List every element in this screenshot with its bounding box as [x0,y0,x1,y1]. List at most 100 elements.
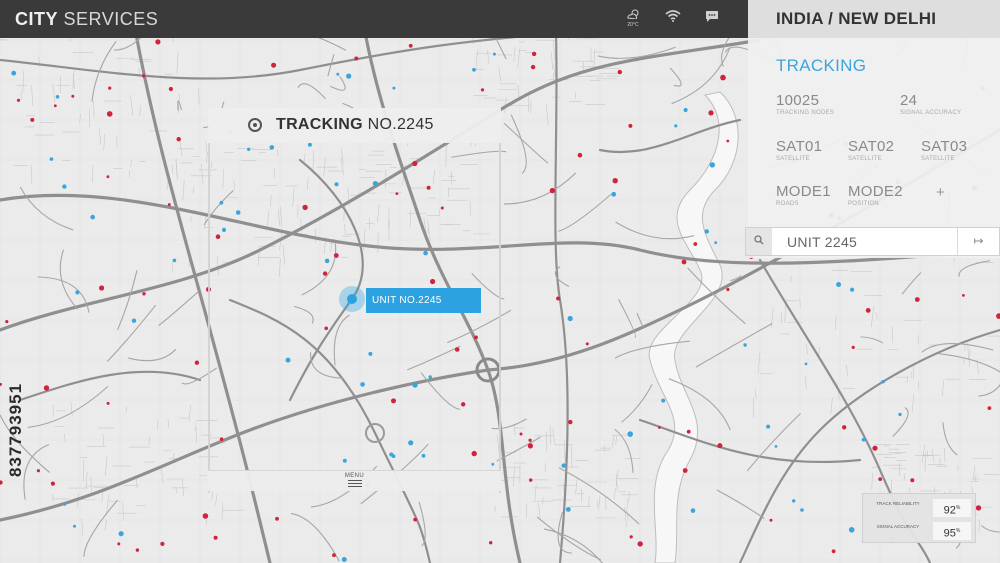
tracking-marker [567,315,573,322]
search-icon[interactable] [746,228,772,255]
tracking-marker [168,86,173,92]
tracking-marker [43,385,50,391]
tracking-marker [628,123,633,128]
menu-button[interactable]: MENU [208,470,501,491]
stock-id-watermark: 837793951 [6,330,26,530]
search-input[interactable]: UNIT 2245 [787,234,857,250]
tracking-marker [800,508,804,512]
tracking-marker [831,549,836,554]
tracking-marker [865,308,871,313]
tracking-marker [332,553,336,558]
cloud-sun-icon[interactable]: 20°C [620,8,646,30]
tracking-marker [629,535,633,539]
stat-sat02[interactable]: SAT02 SATELLITE [848,138,894,164]
stat-value: SAT01 [776,138,823,155]
panel-section-title: TRACKING [776,56,867,75]
tracking-marker [90,214,95,220]
tracking-marker [62,184,67,189]
tracking-marker [637,541,643,547]
tracking-marker [172,258,177,263]
tracking-marker [341,557,347,562]
stat-sat01[interactable]: SAT01 SATELLITE [776,138,822,164]
tracking-marker [975,505,982,511]
tracking-marker [519,432,523,436]
stat-value: SAT02 [848,138,895,155]
tracking-marker [704,229,709,234]
tracking-marker [851,345,855,349]
tracking-marker [354,56,359,61]
stat-mode2[interactable]: MODE2 POSITION [848,183,903,209]
app-title-light: SERVICES [63,9,159,29]
tracking-marker [408,43,413,48]
tracking-marker [413,517,418,522]
tracking-marker [336,72,340,76]
tracking-marker [585,342,589,346]
stat-value: SAT03 [921,138,968,155]
location-title: INDIA / NEW DELHI [748,0,1000,38]
tracking-marker [714,241,718,245]
app-title: CITY SERVICES [15,9,158,30]
tracking-marker [686,429,691,434]
arrow-right-icon[interactable]: ↦ [957,228,999,255]
stat-label: SATELLITE [921,156,955,162]
tracking-marker [683,107,688,113]
tracking-marker [682,468,688,473]
tracking-marker [627,431,633,437]
chat-icon[interactable] [699,10,725,32]
info-panel: INDIA / NEW DELHI TRACKING 10025 TRACKIN… [748,0,1000,258]
tracking-marker [118,531,124,537]
tracking-marker [674,124,678,128]
tracking-marker [878,477,883,481]
tracking-marker [987,406,992,410]
tracking-marker [836,282,842,287]
tracking-marker [213,535,218,540]
tracking-marker [549,187,556,194]
tracking-marker [55,95,60,99]
tracking-marker [106,401,110,405]
tracking-marker [108,86,112,90]
tracking-marker [392,86,396,90]
stat-label: TRACKING NODES [776,110,835,116]
tracking-marker [910,478,915,483]
reliability-value: 95 [943,527,956,540]
stat-sat03[interactable]: SAT03 SATELLITE [921,138,967,164]
stat-mode1[interactable]: MODE1 ROADS [776,183,831,209]
tracking-marker [872,445,878,451]
tracking-marker [472,67,476,72]
tracking-marker [489,541,493,545]
tracking-marker [612,178,618,184]
tracking-marker [881,380,885,384]
tracking-marker [63,502,67,506]
reliability-label: SIGNAL ACCURACY [876,524,920,529]
tracking-marker [861,437,866,442]
tracking-marker [561,463,566,468]
tracking-marker [75,290,80,295]
tracking-marker [681,259,687,265]
wifi-icon[interactable] [660,10,686,32]
track-reliability-row: TRACK RELIABILITY 92% [867,498,971,518]
tracking-title: TRACKING NO.2245 [276,116,434,134]
tracking-marker [769,518,773,522]
tracking-marker [527,443,534,449]
stat-value: MODE1 [776,183,831,200]
stat-label: SATELLITE [776,156,810,162]
stat-label: ROADS [776,201,799,207]
tracking-marker [531,51,537,57]
stat-value: 10025 [776,92,820,109]
unit-search-bar[interactable]: UNIT 2245 ↦ [745,227,1000,256]
tracking-marker [275,516,279,521]
tracking-marker [568,419,573,425]
tracking-marker [556,296,561,301]
unit-callout[interactable]: UNIT NO.2245 [366,288,481,313]
tracking-marker [766,424,771,429]
add-mode-button[interactable]: + [936,184,945,201]
tracking-marker [11,70,17,76]
tracking-marker [914,297,920,302]
stat-signal-accuracy: 24 SIGNAL ACCURACY [900,92,961,118]
tracking-marker [774,445,778,448]
tracking-marker [53,104,57,108]
tracking-marker [5,320,9,324]
tracking-marker [194,360,200,365]
tracking-marker [717,443,723,449]
tracking-marker [617,69,622,75]
